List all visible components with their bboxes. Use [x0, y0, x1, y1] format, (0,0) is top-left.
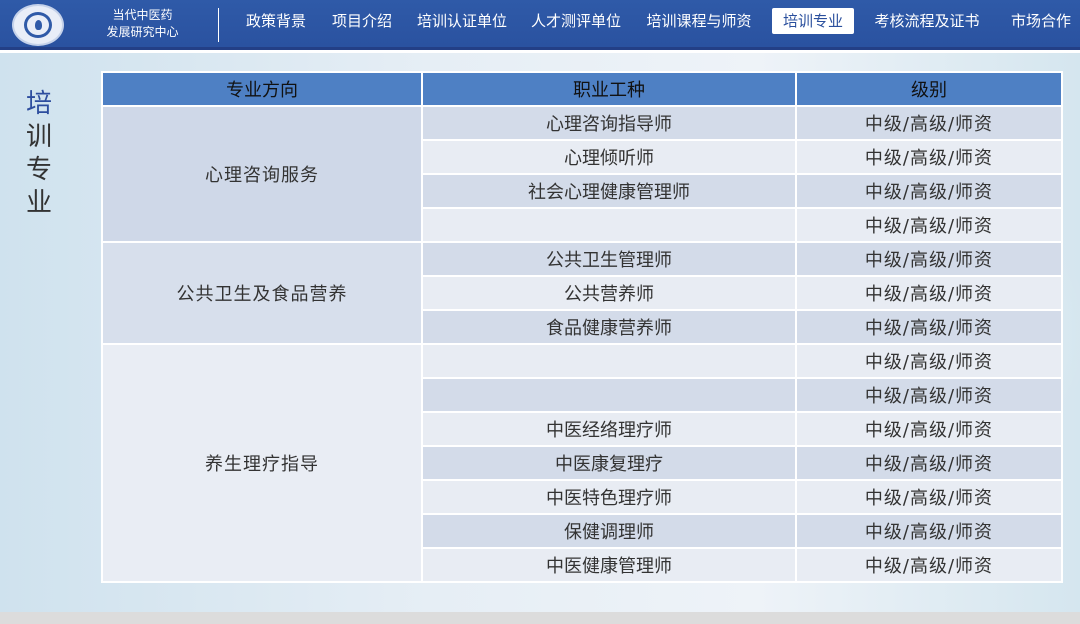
- bottom-strip: [0, 612, 1080, 624]
- job-cell: 中医经络理疗师: [421, 411, 797, 447]
- org-name-line1: 当代中医药: [112, 8, 173, 22]
- job-cell: 社会心理健康管理师: [421, 173, 797, 209]
- level-cell: 中级/高级/师资: [795, 173, 1063, 209]
- column-header-level: 级别: [795, 71, 1063, 107]
- org-name-line2: 发展研究中心: [106, 25, 179, 39]
- table-row: 公共卫生及食品营养 公共卫生管理师 中级/高级/师资: [101, 241, 1063, 345]
- page-title-char: 训: [25, 122, 52, 152]
- job-cell: 公共卫生管理师: [421, 241, 797, 277]
- table-header-row: 专业方向 职业工种 级别: [101, 71, 1063, 107]
- direction-cell: 心理咨询服务: [101, 105, 423, 243]
- logo-emblem-icon: [24, 12, 52, 38]
- job-cell: [421, 207, 797, 243]
- nav-item-talent-eval[interactable]: 人才测评单位: [526, 8, 626, 34]
- page-title-char: 培: [25, 89, 52, 119]
- job-cell: 中医康复理疗: [421, 445, 797, 481]
- level-cell: 中级/高级/师资: [795, 445, 1063, 481]
- page-title: 培 训 专 业: [24, 88, 54, 220]
- job-cell: 保健调理师: [421, 513, 797, 549]
- level-cell: 中级/高级/师资: [795, 513, 1063, 549]
- nav-item-policy[interactable]: 政策背景: [236, 8, 316, 34]
- logo-figure-icon: [35, 20, 42, 30]
- header-divider: [218, 8, 219, 42]
- level-cell: 中级/高级/师资: [795, 105, 1063, 141]
- direction-cell: 养生理疗指导: [101, 343, 423, 583]
- level-cell: 中级/高级/师资: [795, 547, 1063, 583]
- direction-cell: 公共卫生及食品营养: [101, 241, 423, 345]
- level-cell: 中级/高级/师资: [795, 139, 1063, 175]
- level-cell: 中级/高级/师资: [795, 241, 1063, 277]
- level-cell: 中级/高级/师资: [795, 377, 1063, 413]
- org-name: 当代中医药 发展研究中心: [70, 7, 215, 41]
- nav-item-project[interactable]: 项目介绍: [322, 8, 402, 34]
- page-title-char: 专: [25, 155, 52, 185]
- nav-item-training-cert[interactable]: 培训认证单位: [412, 8, 512, 34]
- job-cell: [421, 377, 797, 413]
- level-cell: 中级/高级/师资: [795, 309, 1063, 345]
- column-header-job: 职业工种: [421, 71, 797, 107]
- page-title-char: 业: [25, 188, 52, 218]
- nav-item-assessment[interactable]: 考核流程及证书: [868, 8, 986, 34]
- level-cell: 中级/高级/师资: [795, 275, 1063, 311]
- nav-item-market[interactable]: 市场合作: [1006, 8, 1076, 34]
- job-cell: 公共营养师: [421, 275, 797, 311]
- nav-item-courses[interactable]: 培训课程与师资: [640, 8, 758, 34]
- level-cell: 中级/高级/师资: [795, 207, 1063, 243]
- org-logo[interactable]: [12, 4, 64, 46]
- level-cell: 中级/高级/师资: [795, 411, 1063, 447]
- top-header: 当代中医药 发展研究中心 政策背景 项目介绍 培训认证单位 人才测评单位 培训课…: [0, 0, 1080, 50]
- job-cell: 心理倾听师: [421, 139, 797, 175]
- job-cell: 食品健康营养师: [421, 309, 797, 345]
- table-row: 养生理疗指导 中级/高级/师资: [101, 343, 1063, 583]
- nav-item-majors[interactable]: 培训专业: [772, 8, 854, 34]
- level-cell: 中级/高级/师资: [795, 343, 1063, 379]
- level-cell: 中级/高级/师资: [795, 479, 1063, 515]
- job-cell: 中医健康管理师: [421, 547, 797, 583]
- column-header-direction: 专业方向: [101, 71, 423, 107]
- job-cell: 中医特色理疗师: [421, 479, 797, 515]
- majors-table: 专业方向 职业工种 级别 心理咨询服务 心理咨询指导师 中级/高级/师资 心理倾…: [101, 71, 1063, 583]
- job-cell: 心理咨询指导师: [421, 105, 797, 141]
- table-row: 心理咨询服务 心理咨询指导师 中级/高级/师资: [101, 105, 1063, 243]
- job-cell: [421, 343, 797, 379]
